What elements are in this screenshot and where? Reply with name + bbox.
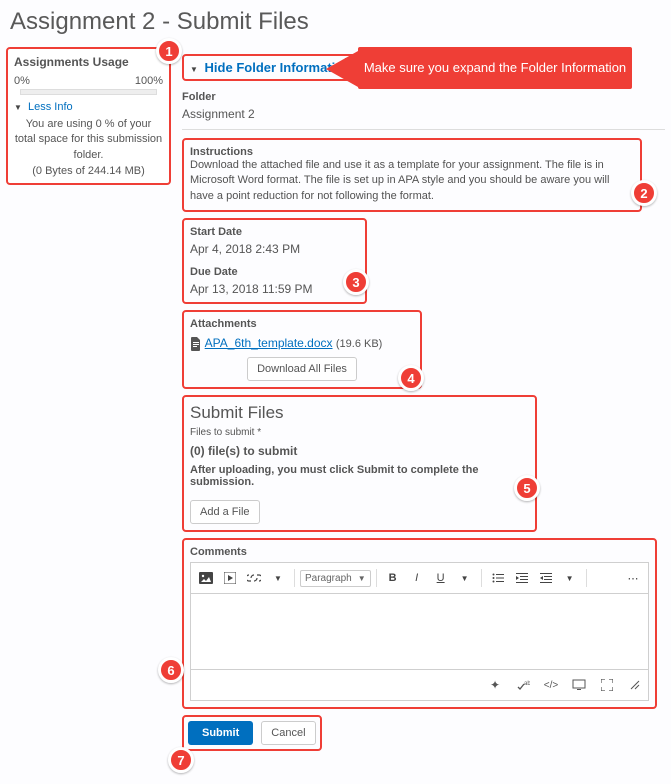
caret-down-icon: ▼ bbox=[14, 103, 22, 112]
marker-5: 5 bbox=[514, 475, 540, 501]
start-date-label: Start Date bbox=[190, 226, 359, 238]
start-date-value: Apr 4, 2018 2:43 PM bbox=[190, 242, 359, 256]
toolbar-separator bbox=[376, 569, 377, 587]
instructions-section: Instructions Download the attached file … bbox=[182, 138, 642, 212]
usage-heading: Assignments Usage bbox=[14, 55, 163, 69]
preview-icon[interactable] bbox=[570, 676, 588, 694]
insert-link-icon[interactable] bbox=[243, 567, 265, 589]
usage-text: You are using 0 % of your total space fo… bbox=[14, 117, 163, 163]
instructions-label: Instructions bbox=[190, 146, 634, 158]
marker-7: 7 bbox=[168, 747, 194, 773]
less-info-toggle[interactable]: ▼ Less Info bbox=[14, 101, 163, 113]
submit-warning: After uploading, you must click Submit t… bbox=[190, 464, 529, 488]
format-dropdown-icon[interactable]: ▼ bbox=[454, 567, 476, 589]
bold-icon[interactable]: B bbox=[382, 567, 404, 589]
usage-bar bbox=[20, 89, 157, 95]
list-dropdown-icon[interactable]: ▼ bbox=[559, 567, 581, 589]
usage-bytes: (0 Bytes of 244.14 MB) bbox=[14, 165, 163, 177]
usage-start: 0% bbox=[14, 75, 30, 87]
toolbar-separator bbox=[586, 569, 587, 587]
add-file-button[interactable]: Add a File bbox=[190, 500, 260, 524]
marker-1: 1 bbox=[156, 38, 182, 64]
underline-icon[interactable]: U bbox=[430, 567, 452, 589]
marker-4: 4 bbox=[398, 365, 424, 391]
divider bbox=[182, 129, 665, 130]
files-count: (0) file(s) to submit bbox=[190, 444, 529, 458]
marker-6: 6 bbox=[158, 657, 184, 683]
toolbar-separator bbox=[481, 569, 482, 587]
attachment-link[interactable]: APA_6th_template.docx bbox=[205, 336, 333, 350]
html-source-icon[interactable]: </> bbox=[542, 676, 560, 694]
list-bullet-icon[interactable] bbox=[487, 567, 509, 589]
spellcheck-icon[interactable]: ab bbox=[514, 676, 532, 694]
caret-down-icon: ▼ bbox=[190, 65, 198, 74]
usage-gauge: 0% 100% bbox=[14, 75, 163, 87]
assignments-usage-panel: Assignments Usage 0% 100% ▼ Less Info Yo… bbox=[6, 47, 171, 185]
toolbar-separator bbox=[294, 569, 295, 587]
page-title: Assignment 2 - Submit Files bbox=[10, 8, 661, 36]
paragraph-select[interactable]: Paragraph ▼ bbox=[300, 570, 371, 587]
comments-section: Comments ▼ Paragraph ▼ B I U ▼ ▼ ⋯ bbox=[182, 538, 657, 709]
accessibility-icon[interactable]: ✦ bbox=[486, 676, 504, 694]
document-icon bbox=[190, 337, 202, 351]
insert-dropdown-icon[interactable]: ▼ bbox=[267, 567, 289, 589]
attachments-section: Attachments APA_6th_template.docx (19.6 … bbox=[182, 310, 422, 389]
chevron-down-icon: ▼ bbox=[358, 574, 366, 583]
insert-media-icon[interactable] bbox=[219, 567, 241, 589]
resize-icon[interactable] bbox=[626, 676, 644, 694]
usage-end: 100% bbox=[135, 75, 163, 87]
indent-increase-icon[interactable] bbox=[535, 567, 557, 589]
fullscreen-icon[interactable] bbox=[598, 676, 616, 694]
due-date-label: Due Date bbox=[190, 266, 359, 278]
svg-text:ab: ab bbox=[524, 681, 530, 687]
attachment-size: (19.6 KB) bbox=[336, 338, 382, 350]
folder-label: Folder bbox=[182, 91, 665, 103]
submit-heading: Submit Files bbox=[190, 403, 529, 423]
marker-3: 3 bbox=[343, 269, 369, 295]
more-icon[interactable]: ⋯ bbox=[622, 567, 644, 589]
insert-image-icon[interactable] bbox=[195, 567, 217, 589]
folder-value: Assignment 2 bbox=[182, 107, 665, 121]
callout-annotation: Make sure you expand the Folder Informat… bbox=[358, 47, 632, 89]
editor-toolbar: ▼ Paragraph ▼ B I U ▼ ▼ ⋯ bbox=[190, 562, 649, 594]
dates-section: Start Date Apr 4, 2018 2:43 PM Due Date … bbox=[182, 218, 367, 304]
actions-section: Submit Cancel bbox=[182, 715, 322, 751]
editor-footer: ✦ ab </> bbox=[190, 670, 649, 701]
italic-icon[interactable]: I bbox=[406, 567, 428, 589]
files-to-submit-label: Files to submit * bbox=[190, 427, 529, 438]
indent-decrease-icon[interactable] bbox=[511, 567, 533, 589]
attachments-label: Attachments bbox=[190, 318, 414, 330]
marker-2: 2 bbox=[631, 180, 657, 206]
submit-button[interactable]: Submit bbox=[188, 721, 253, 745]
submit-files-section: Submit Files Files to submit * (0) file(… bbox=[182, 395, 537, 532]
comments-editor[interactable] bbox=[190, 594, 649, 670]
comments-label: Comments bbox=[190, 546, 649, 558]
less-info-label: Less Info bbox=[28, 101, 73, 113]
due-date-value: Apr 13, 2018 11:59 PM bbox=[190, 282, 359, 296]
cancel-button[interactable]: Cancel bbox=[261, 721, 315, 745]
paragraph-label: Paragraph bbox=[305, 573, 352, 584]
instructions-text: Download the attached file and use it as… bbox=[190, 158, 634, 204]
download-all-button[interactable]: Download All Files bbox=[247, 357, 357, 381]
